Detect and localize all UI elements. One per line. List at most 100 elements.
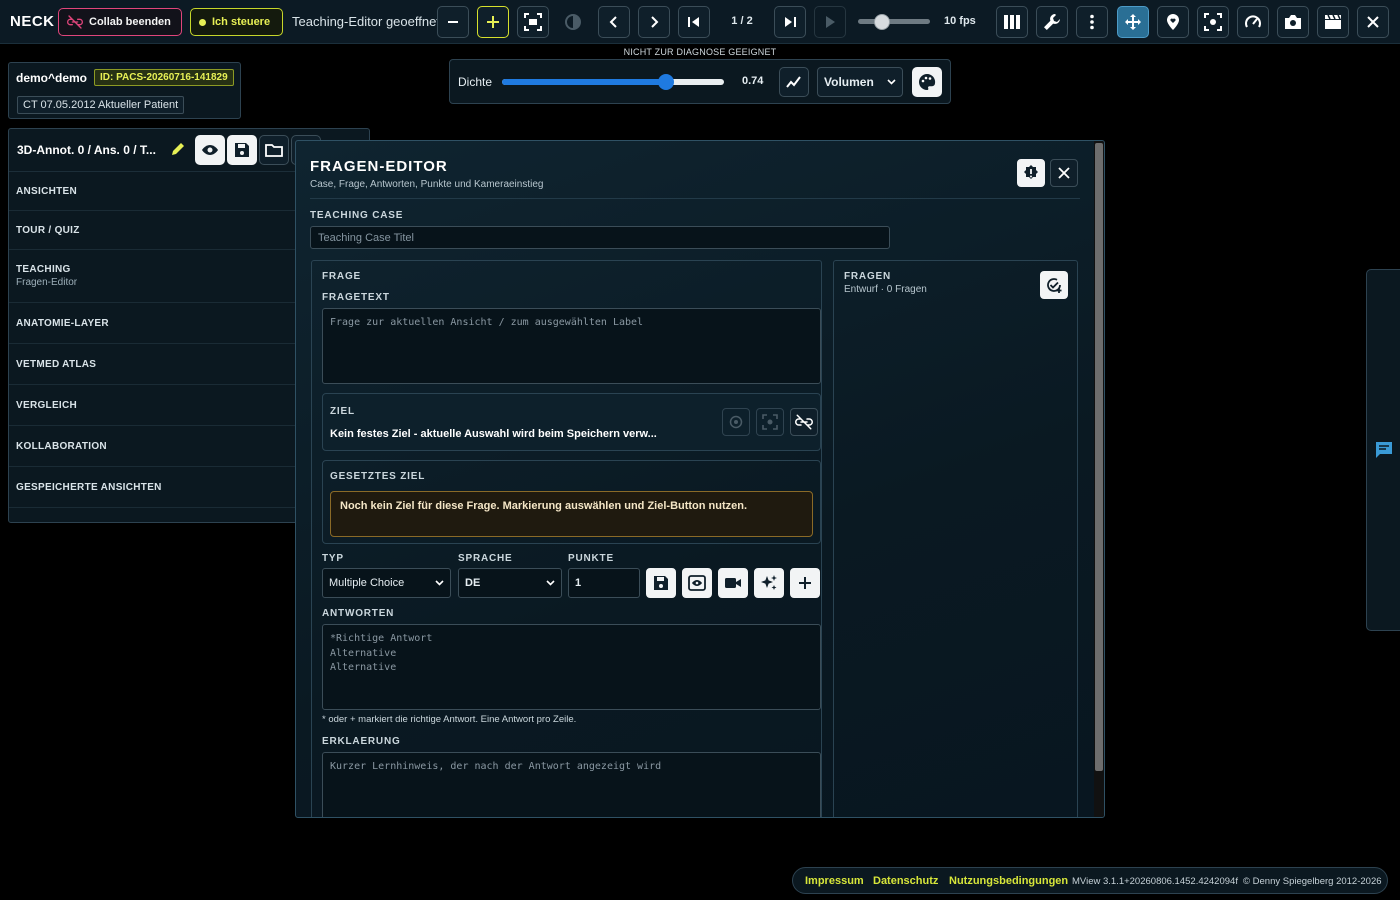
ai-generate-button[interactable]: [754, 568, 784, 598]
unlink-target-button[interactable]: [790, 408, 818, 436]
chat-icon: [1376, 442, 1392, 458]
sidebar-item-label: VERGLEICH: [16, 400, 78, 411]
transfer-curve-button[interactable]: [779, 67, 809, 97]
camera-entry-button[interactable]: [718, 568, 748, 598]
question-type-select[interactable]: Multiple Choice: [322, 568, 451, 598]
explanation-input[interactable]: Kurzer Lernhinweis, der nach der Antwort…: [322, 752, 821, 817]
last-frame-button[interactable]: [774, 6, 806, 38]
screenshot-button[interactable]: [1277, 6, 1309, 38]
chat-toggle[interactable]: [1375, 441, 1393, 459]
sidebar-item-vergleich[interactable]: VERGLEICH: [9, 385, 296, 426]
sidebar-title: 3D-Annot. 0 / Ans. 0 / T...: [17, 143, 156, 157]
new-question-button[interactable]: [1040, 271, 1068, 299]
points-input[interactable]: 1: [568, 568, 640, 598]
minus-icon: [448, 21, 458, 23]
tools-button[interactable]: [1036, 6, 1068, 38]
zoom-out-button[interactable]: [437, 6, 469, 38]
questions-list-label: FRAGEN: [844, 271, 892, 282]
editor-scrollbar[interactable]: [1094, 141, 1104, 817]
save-button[interactable]: [227, 135, 257, 165]
status-dot-icon: [199, 18, 206, 26]
first-frame-button[interactable]: [678, 6, 710, 38]
sidebar-item-label: TOUR / QUIZ: [16, 225, 80, 236]
sidebar-item-label: TEACHING: [16, 264, 71, 275]
open-folder-button[interactable]: [259, 135, 289, 165]
study-badge[interactable]: CT 07.05.2012 Aktueller Patient: [17, 96, 185, 114]
teaching-case-input[interactable]: Teaching Case Titel: [310, 226, 890, 249]
pin-tool-button[interactable]: [1157, 6, 1189, 38]
fps-slider-handle[interactable]: [874, 14, 890, 30]
fragetext-label: FRAGETEXT: [322, 292, 390, 303]
target-section: ZIEL Kein festes Ziel - aktuelle Auswahl…: [322, 393, 821, 451]
fps-slider[interactable]: [858, 19, 930, 24]
performance-button[interactable]: [1237, 6, 1269, 38]
control-status-button[interactable]: Ich steuere: [190, 8, 283, 36]
sidebar-item-anatomie-layer[interactable]: ANATOMIE-LAYER: [9, 303, 296, 344]
close-icon: [1058, 167, 1070, 179]
add-question-button[interactable]: [790, 568, 820, 598]
close-viewer-button[interactable]: [1357, 6, 1389, 38]
fit-screen-icon: [524, 13, 542, 31]
sidebar-item-kollaboration[interactable]: KOLLABORATION: [9, 426, 296, 467]
sidebar-item-tour-quiz[interactable]: TOUR / QUIZ: [9, 211, 296, 250]
render-mode-select[interactable]: Volumen: [817, 67, 903, 97]
teaching-case-label: TEACHING CASE: [310, 210, 404, 221]
badge-settings-button[interactable]: [1017, 159, 1045, 187]
visibility-button[interactable]: [195, 135, 225, 165]
layout-button[interactable]: [996, 6, 1028, 38]
answers-input[interactable]: *Richtige Antwort Alternative Alternativ…: [322, 624, 821, 710]
record-button[interactable]: [1317, 6, 1349, 38]
impressum-link[interactable]: Impressum: [805, 875, 864, 887]
density-label: Dichte: [458, 75, 493, 89]
save-question-button[interactable]: [646, 568, 676, 598]
color-palette-button[interactable]: [912, 67, 942, 97]
language-select[interactable]: DE: [458, 568, 562, 598]
chevron-down-icon: [887, 79, 896, 85]
sidebar-item-ansichten[interactable]: ANSICHTEN: [9, 172, 296, 211]
control-status-label: Ich steuere: [212, 16, 271, 28]
fit-screen-button[interactable]: [517, 6, 549, 38]
sidebar-item-teaching[interactable]: TEACHING Fragen-Editor: [9, 250, 296, 303]
edit-button[interactable]: [169, 140, 187, 158]
language-value: DE: [465, 577, 481, 589]
privacy-link[interactable]: Datenschutz: [873, 875, 938, 887]
previous-button[interactable]: [598, 6, 630, 38]
palette-icon: [919, 73, 936, 90]
focus-button[interactable]: [1197, 6, 1229, 38]
patient-id-badge: ID: PACS-20260716-141829: [94, 69, 234, 86]
sidebar-item-gespeicherte-ansichten[interactable]: GESPEICHERTE ANSICHTEN: [9, 467, 296, 508]
sidebar-item-label: ANATOMIE-LAYER: [16, 318, 109, 329]
floppy-icon: [235, 143, 249, 157]
end-collab-button[interactable]: Collab beenden: [58, 8, 182, 36]
chart-line-icon: [786, 76, 801, 88]
questions-list-panel: FRAGEN Entwurf · 0 Fragen: [833, 260, 1078, 817]
dialog-title: FRAGEN-EDITOR: [310, 158, 448, 175]
chevron-right-icon: [651, 16, 659, 28]
skip-last-icon: [785, 17, 796, 27]
terms-link[interactable]: Nutzungsbedingungen: [949, 875, 1068, 887]
density-slider-handle[interactable]: [658, 74, 675, 90]
close-dialog-button[interactable]: [1050, 159, 1078, 187]
editor-scrollbar-thumb[interactable]: [1095, 143, 1103, 771]
question-text-input[interactable]: Frage zur aktuellen Ansicht / zum ausgew…: [322, 308, 821, 384]
move-tool-button[interactable]: [1117, 6, 1149, 38]
play-button[interactable]: [814, 6, 846, 38]
link-off-icon: [67, 15, 83, 29]
more-button[interactable]: [1076, 6, 1108, 38]
contrast-button[interactable]: [557, 6, 589, 38]
sidebar-item-vetmed-atlas[interactable]: VETMED ATLAS: [9, 344, 296, 385]
language-label: SPRACHE: [458, 553, 513, 564]
focus-target-button[interactable]: [756, 408, 784, 436]
footer: Impressum Datenschutz Nutzungsbedingunge…: [792, 867, 1388, 894]
gesetztes-ziel-label: GESETZTES ZIEL: [330, 471, 426, 482]
plus-icon: [799, 577, 811, 589]
move-icon: [1125, 14, 1141, 30]
preview-question-button[interactable]: [682, 568, 712, 598]
set-target-button[interactable]: [722, 408, 750, 436]
density-slider[interactable]: [502, 74, 724, 90]
zoom-in-button[interactable]: [477, 6, 509, 38]
chat-panel-tab[interactable]: [1366, 269, 1400, 631]
density-slider-fill: [502, 79, 667, 85]
diagnosis-notice: NICHT ZUR DIAGNOSE GEEIGNET: [623, 47, 777, 57]
next-button[interactable]: [638, 6, 670, 38]
